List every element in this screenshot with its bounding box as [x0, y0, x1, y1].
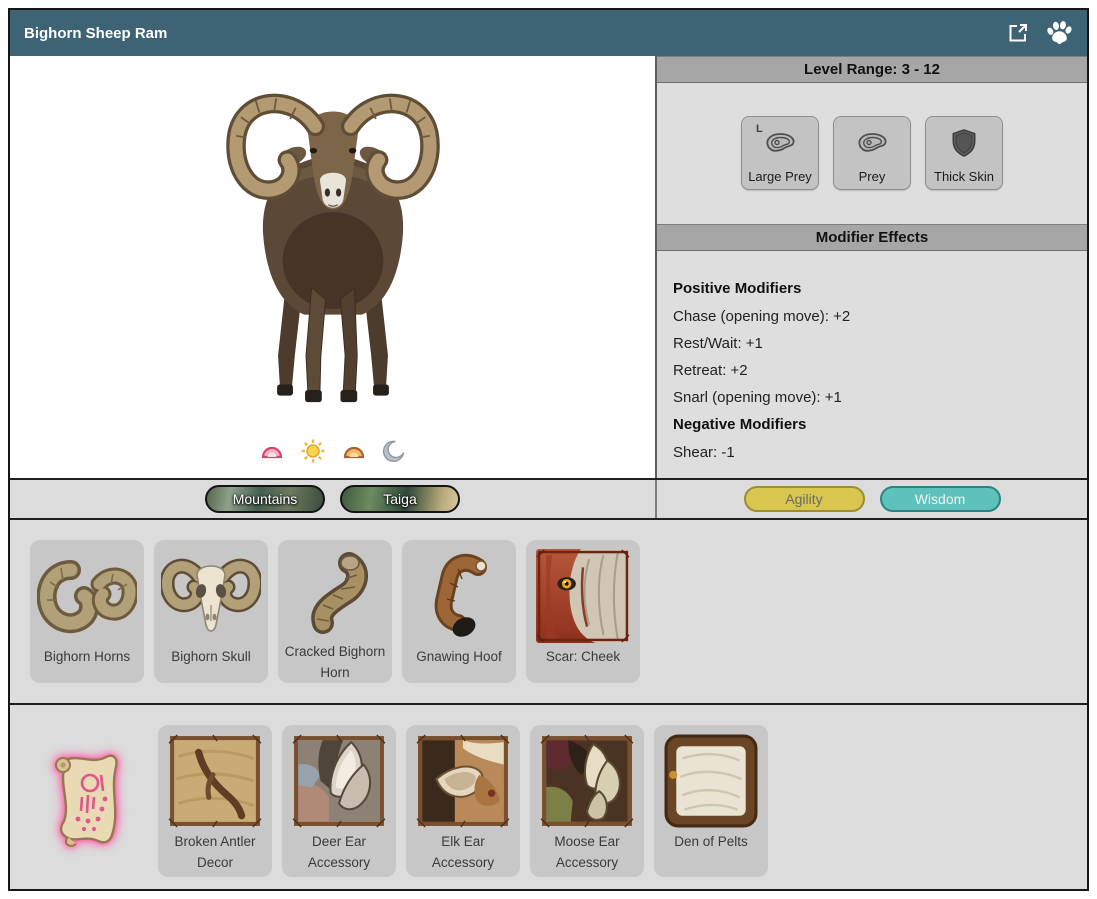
- bighorn-skull-image: [161, 548, 261, 644]
- broken-antler-decor-image: [168, 733, 262, 829]
- large-prey-letter: L: [756, 123, 763, 135]
- stat-button-wisdom[interactable]: Wisdom: [880, 486, 1001, 512]
- paw-icon[interactable]: [1045, 20, 1073, 46]
- den-of-pelts-image: [664, 733, 758, 829]
- creature-panel: [10, 56, 657, 478]
- day-icon: [300, 438, 326, 464]
- trait-badges: L Large Prey Prey: [657, 83, 1087, 210]
- stat-button-agility[interactable]: Agility: [744, 486, 865, 512]
- biome-buttons: Mountains Taiga: [10, 480, 657, 518]
- modifier-list: Positive Modifiers Chase (opening move):…: [657, 263, 1087, 478]
- page: Bighorn Sheep Ram: [0, 0, 1097, 899]
- decor-card-deer-ear[interactable]: Deer Ear Accessory: [282, 725, 396, 877]
- negative-modifiers-title: Negative Modifiers: [673, 411, 1071, 439]
- scar-cheek-image: [536, 548, 630, 644]
- modifier-line: Rest/Wait: +1: [673, 330, 1071, 357]
- decor-section: Broken Antler Decor: [10, 703, 1087, 885]
- moose-ear-accessory-image: [540, 733, 634, 829]
- active-times: [259, 438, 406, 464]
- recipe-scroll[interactable]: [30, 725, 148, 877]
- item-label: Moose Ear Accessory: [530, 829, 644, 873]
- modifier-line: Chase (opening move): +2: [673, 303, 1071, 330]
- night-icon: [382, 439, 406, 463]
- decor-card-broken-antler[interactable]: Broken Antler Decor: [158, 725, 272, 877]
- steak-icon: [834, 117, 910, 169]
- item-label: Bighorn Horns: [40, 644, 134, 667]
- trait-label: Thick Skin: [934, 169, 994, 184]
- modifier-line: Shear: -1: [673, 439, 1071, 466]
- bighorn-horns-image: [37, 548, 137, 644]
- drop-card-cracked-bighorn-horn[interactable]: Cracked Bighorn Horn: [278, 540, 392, 683]
- cracked-bighorn-horn-image: [289, 548, 381, 639]
- shield-icon: [926, 117, 1002, 169]
- drop-card-bighorn-horns[interactable]: Bighorn Horns: [30, 540, 144, 683]
- gnawing-hoof-image: [414, 548, 504, 644]
- positive-modifiers-title: Positive Modifiers: [673, 275, 1071, 303]
- trait-label: Prey: [859, 169, 886, 184]
- modifier-effects-bar: Modifier Effects: [657, 224, 1087, 251]
- item-label: Gnawing Hoof: [412, 644, 506, 667]
- biome-stat-strip: Mountains Taiga Agility Wisdom: [10, 478, 1087, 518]
- stats-panel: Level Range: 3 - 12 L Large Prey Prey: [657, 56, 1087, 478]
- level-range-bar: Level Range: 3 - 12: [657, 56, 1087, 83]
- decor-card-moose-ear[interactable]: Moose Ear Accessory: [530, 725, 644, 877]
- dusk-icon: [341, 439, 367, 463]
- item-label: Broken Antler Decor: [158, 829, 272, 873]
- item-label: Elk Ear Accessory: [406, 829, 520, 873]
- decor-card-elk-ear[interactable]: Elk Ear Accessory: [406, 725, 520, 877]
- trait-prey[interactable]: Prey: [833, 116, 911, 190]
- trait-label: Large Prey: [748, 169, 812, 184]
- dawn-icon: [259, 439, 285, 463]
- drop-card-gnawing-hoof[interactable]: Gnawing Hoof: [402, 540, 516, 683]
- item-label: Scar: Cheek: [542, 644, 624, 667]
- item-label: Cracked Bighorn Horn: [278, 639, 392, 683]
- modifier-line: Snarl (opening move): +1: [673, 384, 1071, 411]
- biome-button-mountains[interactable]: Mountains: [205, 485, 325, 513]
- drop-card-scar-cheek[interactable]: Scar: Cheek: [526, 540, 640, 683]
- item-label: Deer Ear Accessory: [282, 829, 396, 873]
- trait-thick-skin[interactable]: Thick Skin: [925, 116, 1003, 190]
- biome-button-taiga[interactable]: Taiga: [340, 485, 460, 513]
- npc-info-window: Bighorn Sheep Ram: [8, 8, 1089, 891]
- drop-card-bighorn-skull[interactable]: Bighorn Skull: [154, 540, 268, 683]
- steak-icon: L: [742, 117, 818, 169]
- bighorn-sheep-ram-image: [207, 78, 459, 409]
- decor-card-den-of-pelts[interactable]: Den of Pelts: [654, 725, 768, 877]
- item-label: Den of Pelts: [670, 829, 752, 852]
- deer-ear-accessory-image: [292, 733, 386, 829]
- page-title: Bighorn Sheep Ram: [24, 25, 167, 42]
- external-link-icon[interactable]: [1007, 22, 1029, 44]
- title-bar: Bighorn Sheep Ram: [10, 10, 1087, 56]
- stat-buttons: Agility Wisdom: [657, 480, 1087, 518]
- drops-section: Bighorn Horns: [10, 518, 1087, 703]
- modifier-line: Retreat: +2: [673, 357, 1071, 384]
- item-label: Bighorn Skull: [167, 644, 255, 667]
- elk-ear-accessory-image: [416, 733, 510, 829]
- main-content: Level Range: 3 - 12 L Large Prey Prey: [10, 56, 1087, 478]
- trait-large-prey[interactable]: L Large Prey: [741, 116, 819, 190]
